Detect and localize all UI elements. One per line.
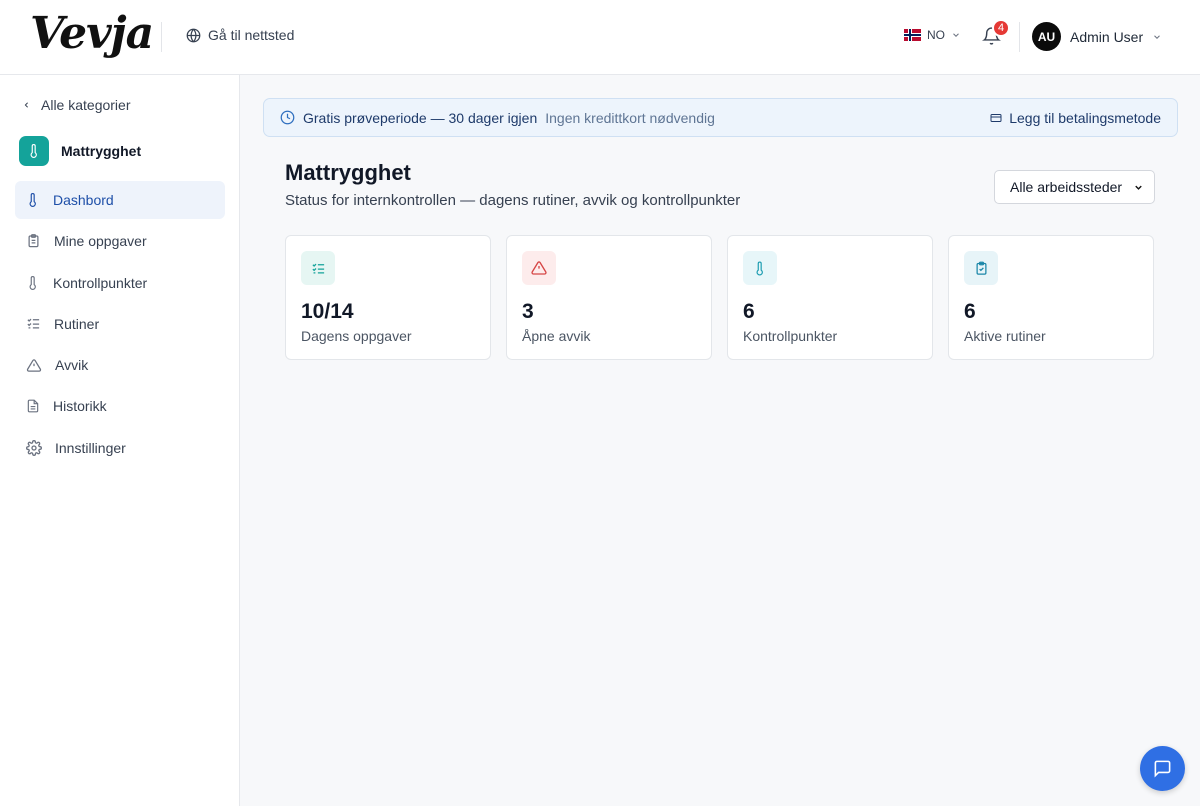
stat-label: Kontrollpunkter <box>743 328 838 344</box>
warning-triangle-icon <box>522 251 556 285</box>
chevron-left-icon <box>24 102 28 108</box>
sidebar-item-label: Innstillinger <box>55 439 126 456</box>
norway-flag-icon <box>904 29 921 41</box>
trial-banner-subtitle: Ingen kredittkort nødvendig <box>545 109 715 126</box>
sidebar-item-historikk[interactable]: Historikk <box>15 387 225 425</box>
sidebar-item-label: Mine oppgaver <box>54 233 147 250</box>
sidebar-item-label: Dashbord <box>53 192 114 208</box>
stat-value: 10/14 <box>301 300 354 323</box>
page-subtitle: Status for internkontrollen — dagens rut… <box>285 192 741 209</box>
stat-value: 3 <box>522 300 534 323</box>
stat-card-open-deviations[interactable]: 3 Åpne avvik <box>506 235 712 360</box>
add-payment-method-button[interactable]: Legg til betalingsmetode <box>989 110 1161 126</box>
trial-banner: Gratis prøveperiode — 30 dager igjen Ing… <box>263 98 1178 137</box>
notification-count-badge: 4 <box>992 19 1010 37</box>
sidebar-item-avvik[interactable]: Avvik <box>15 346 225 384</box>
stat-label: Dagens oppgaver <box>301 328 412 344</box>
clipboard-check-icon <box>964 251 998 285</box>
workplace-select-value: Alle arbeidssteder <box>1010 179 1123 195</box>
stat-card-daily-tasks[interactable]: 10/14 Dagens oppgaver <box>285 235 491 360</box>
document-icon <box>27 400 39 413</box>
gear-icon <box>26 439 42 456</box>
logo[interactable]: Vevja <box>30 8 154 59</box>
sidebar-nav: Dashbord Mine oppgaver Kontrollpunkter R… <box>15 181 225 470</box>
thermometer-icon <box>29 275 36 290</box>
trial-banner-title: Gratis prøveperiode — 30 dager igjen <box>303 109 538 126</box>
credit-card-icon <box>990 113 1002 122</box>
chat-bubble-icon <box>1154 760 1171 778</box>
sidebar-item-label: Rutiner <box>54 315 100 332</box>
stat-card-active-routines[interactable]: 6 Aktive rutiner <box>948 235 1154 360</box>
chevron-down-icon <box>1154 34 1161 39</box>
checklist-icon <box>27 319 40 329</box>
sidebar-item-label: Kontrollpunkter <box>53 274 148 291</box>
stat-label: Åpne avvik <box>522 328 591 344</box>
sidebar-item-rutiner[interactable]: Rutiner <box>15 305 225 343</box>
header-divider <box>1019 22 1020 52</box>
language-code: NO <box>927 28 945 42</box>
user-name: Admin User <box>1070 28 1144 45</box>
sidebar-item-label: Avvik <box>55 357 89 374</box>
sidebar-item-mine-oppgaver[interactable]: Mine oppgaver <box>15 222 225 260</box>
top-header: Vevja Gå til nettsted NO 4 AU Admin User <box>0 0 1200 75</box>
clock-icon <box>280 110 295 125</box>
chevron-down-icon <box>953 33 959 37</box>
stat-cards: 10/14 Dagens oppgaver 3 Åpne avvik 6 Kon… <box>285 235 1154 360</box>
go-to-website-link[interactable]: Gå til nettsted <box>186 27 294 43</box>
thermometer-icon <box>29 193 36 207</box>
language-selector[interactable]: NO <box>904 28 961 42</box>
globe-icon <box>186 28 201 42</box>
back-label: Alle kategorier <box>41 97 131 113</box>
sidebar-item-innstillinger[interactable]: Innstillinger <box>15 429 225 467</box>
sidebar-item-label: Historikk <box>53 398 107 415</box>
chevron-down-icon <box>1135 185 1142 190</box>
warning-triangle-icon <box>26 358 42 372</box>
chat-button[interactable] <box>1140 746 1185 791</box>
sidebar: Alle kategorier Mattrygghet Dashbord Min… <box>0 75 240 806</box>
thermometer-icon <box>30 144 37 158</box>
checklist-icon <box>301 251 335 285</box>
clipboard-icon <box>28 234 39 248</box>
category-name: Mattrygghet <box>61 143 142 159</box>
stat-value: 6 <box>743 300 755 323</box>
stat-card-control-points[interactable]: 6 Kontrollpunkter <box>727 235 933 360</box>
thermometer-icon <box>743 251 777 285</box>
stat-label: Aktive rutiner <box>964 328 1046 344</box>
add-payment-method-label: Legg til betalingsmetode <box>1009 109 1161 126</box>
back-to-categories-link[interactable]: Alle kategorier <box>22 97 131 113</box>
category-badge <box>19 136 49 166</box>
avatar: AU <box>1032 22 1061 51</box>
go-to-website-label: Gå til nettsted <box>208 27 295 43</box>
workplace-select[interactable]: Alle arbeidssteder <box>994 170 1155 204</box>
category-header: Mattrygghet <box>19 136 141 166</box>
page-title: Mattrygghet <box>285 160 411 185</box>
stat-value: 6 <box>964 300 976 323</box>
user-menu[interactable]: AU Admin User <box>1032 22 1162 51</box>
sidebar-item-kontrollpunkter[interactable]: Kontrollpunkter <box>15 264 225 302</box>
header-divider <box>161 22 162 52</box>
sidebar-item-dashbord[interactable]: Dashbord <box>15 181 225 219</box>
